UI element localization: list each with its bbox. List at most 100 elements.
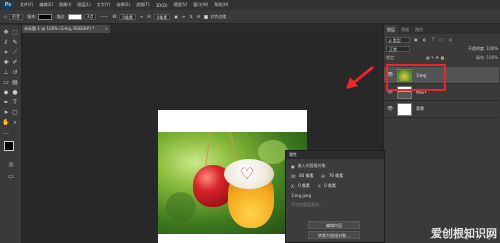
history-brush-tool-icon[interactable]: ↺	[11, 69, 19, 77]
screen-mode-icon[interactable]: ▭	[7, 173, 15, 181]
x-label: X:	[291, 183, 296, 189]
smart-object-icon: ▣	[291, 163, 295, 169]
height-value[interactable]: 76 像素	[329, 173, 343, 179]
y-label: Y:	[317, 183, 322, 189]
close-icon[interactable]: ×	[105, 25, 108, 33]
tools-panel: ✥ ⬚ ℓ ✎ ⌗ ⟋ ✚ ✐ ⊥ ↺ ▭ ▤ ◆ ● ✒ T ➤ ▢ ✋ ⌕ …	[0, 25, 22, 243]
path-align-icon[interactable]: ≡	[182, 14, 185, 19]
path-ops-icon[interactable]: ▣	[174, 14, 178, 19]
eyedropper-tool-icon[interactable]: ⟋	[11, 49, 19, 57]
stroke-style-select[interactable]: ——	[100, 14, 108, 19]
w-label: W:	[112, 14, 118, 19]
menu-help[interactable]: 帮助(H)	[214, 2, 228, 8]
fill-field[interactable]: 填充: 100%	[476, 55, 498, 61]
tab-channels[interactable]: 通道	[398, 25, 412, 34]
lock-label: 锁定:	[386, 54, 396, 60]
photoshop-logo-icon: Ps	[2, 1, 14, 9]
menu-image[interactable]: 图像(I)	[59, 2, 71, 8]
layer-name[interactable]: 背景	[416, 106, 424, 112]
properties-panel: 属性 ▣ 嵌入的智能对象 W: 80 像素 H: 76 像素 X: 0 像素 Y…	[285, 150, 385, 243]
settings-gear-icon[interactable]: ⚙	[197, 14, 201, 19]
opacity-field[interactable]: 不透明度: 100%	[468, 46, 498, 52]
width-field[interactable]: 0像素	[119, 13, 136, 20]
stroke-label: 描边:	[56, 13, 66, 19]
layer-row[interactable]: 👁 背景	[384, 101, 499, 118]
watermark-text: 爱创根知识网	[431, 227, 497, 240]
dodge-tool-icon[interactable]: ●	[11, 89, 19, 97]
path-select-tool-icon[interactable]: ➤	[2, 109, 10, 117]
smart-object-type: 嵌入的智能对象	[297, 163, 326, 168]
properties-title: 属性	[286, 151, 384, 159]
edit-toolbar-icon[interactable]: …	[2, 129, 10, 137]
rectangle-tool-icon[interactable]: ▢	[11, 109, 19, 117]
convert-to-linked-button[interactable]: 转换为链接对象...	[308, 231, 360, 239]
y-value[interactable]: 0 像素	[324, 183, 336, 189]
layers-panel-tabs: 图层 通道 路径	[384, 25, 500, 34]
layer-thumbnail	[397, 102, 412, 116]
width-value[interactable]: 80 像素	[299, 173, 313, 179]
foreground-color-swatch[interactable]	[4, 141, 14, 151]
eye-icon[interactable]: 👁	[387, 106, 395, 112]
lock-row: 锁定: ▦ ✎ ✥ 🔒 填充: 100%	[386, 54, 498, 61]
menu-view[interactable]: 视图(V)	[173, 2, 187, 8]
menu-filter[interactable]: 滤镜(T)	[136, 2, 150, 8]
document-tab-title: 未标题-1 @ 100% (1img, RGB/8#) *	[24, 26, 95, 31]
options-bar: ◇ 形状 填充: 描边: 3点 —— W: 0像素 ∞ H: 0像素 ▣ ≡ ⇅ ⚙…	[0, 10, 500, 24]
fill-swatch[interactable]	[38, 13, 53, 20]
quick-mask-icon[interactable]: ◎	[7, 161, 15, 169]
type-tool-icon[interactable]: T	[11, 99, 19, 107]
lasso-tool-icon[interactable]: ℓ	[2, 39, 10, 47]
stroke-width-field[interactable]: 3点	[83, 13, 97, 20]
layer-comp-note[interactable]: 不在在图层复合...	[286, 202, 384, 208]
h-label: H:	[321, 173, 326, 179]
tab-layers[interactable]: 图层	[384, 25, 398, 34]
layer-kind-filter[interactable]: ρ 类型	[386, 36, 410, 43]
marquee-tool-icon[interactable]: ⬚	[11, 29, 19, 37]
x-value[interactable]: 0 像素	[298, 183, 310, 189]
heart-icon: ♡	[239, 164, 255, 183]
shape-tool-icon[interactable]: ◇	[4, 14, 7, 19]
menu-select[interactable]: 选择(S)	[116, 2, 130, 8]
menu-window[interactable]: 窗口(W)	[193, 2, 208, 8]
layer-filter-row: ρ 类型 ▣ ◐ T ▢ ◎	[386, 36, 498, 43]
edit-contents-button[interactable]: 编辑内容	[308, 221, 360, 229]
height-field[interactable]: 0像素	[153, 13, 171, 20]
blur-tool-icon[interactable]: ◆	[2, 89, 10, 97]
menu-bar: Ps 文件(F) 编辑(E) 图像(I) 图层(L) 文字(Y) 选择(S) 滤…	[0, 0, 500, 10]
brush-tool-icon[interactable]: ✐	[11, 59, 19, 67]
annotation-arrow-icon	[346, 66, 374, 89]
lock-icons[interactable]: ▦ ✎ ✥ 🔒	[426, 55, 445, 60]
annotation-highlight-box	[386, 64, 446, 91]
link-icon[interactable]: ∞	[140, 14, 143, 19]
quick-select-tool-icon[interactable]: ✎	[11, 39, 19, 47]
smart-object-filename: 1img.jpeg	[291, 193, 312, 198]
blend-mode-row: 正常 不透明度: 100%	[386, 45, 498, 52]
clone-stamp-tool-icon[interactable]: ⊥	[2, 69, 10, 77]
align-edges-label: 对齐边缘	[210, 13, 227, 19]
h-label: H:	[147, 14, 152, 19]
pen-tool-icon[interactable]: ✒	[2, 99, 10, 107]
menu-edit[interactable]: 编辑(E)	[39, 2, 53, 8]
gradient-tool-icon[interactable]: ▤	[11, 79, 19, 87]
menu-file[interactable]: 文件(F)	[20, 2, 33, 8]
eraser-tool-icon[interactable]: ▭	[2, 79, 10, 87]
layer-filter-icons[interactable]: ▣ ◐ T ▢ ◎	[414, 37, 454, 42]
menu-type[interactable]: 文字(Y)	[97, 2, 111, 8]
document-tab[interactable]: 未标题-1 @ 100% (1img, RGB/8#) * ×	[22, 25, 110, 33]
move-tool-icon[interactable]: ✥	[2, 29, 10, 37]
tool-mode-select[interactable]: 形状	[9, 13, 24, 20]
hand-tool-icon[interactable]: ✋	[2, 119, 10, 127]
crop-tool-icon[interactable]: ⌗	[2, 49, 10, 57]
menu-layer[interactable]: 图层(L)	[77, 2, 90, 8]
stroke-swatch[interactable]	[67, 13, 82, 20]
fill-label: 填充:	[27, 13, 37, 19]
healing-brush-tool-icon[interactable]: ✚	[2, 59, 10, 67]
w-label: W:	[291, 173, 297, 179]
document-tabs: 未标题-1 @ 100% (1img, RGB/8#) * ×	[22, 25, 383, 33]
menu-3d[interactable]: 3D(D)	[156, 3, 168, 8]
path-arrange-icon[interactable]: ⇅	[189, 14, 192, 19]
zoom-tool-icon[interactable]: ⌕	[11, 119, 19, 127]
tab-paths[interactable]: 路径	[412, 25, 426, 34]
blend-mode-select[interactable]: 正常	[386, 45, 410, 52]
align-edges-checkbox[interactable]	[204, 14, 209, 19]
